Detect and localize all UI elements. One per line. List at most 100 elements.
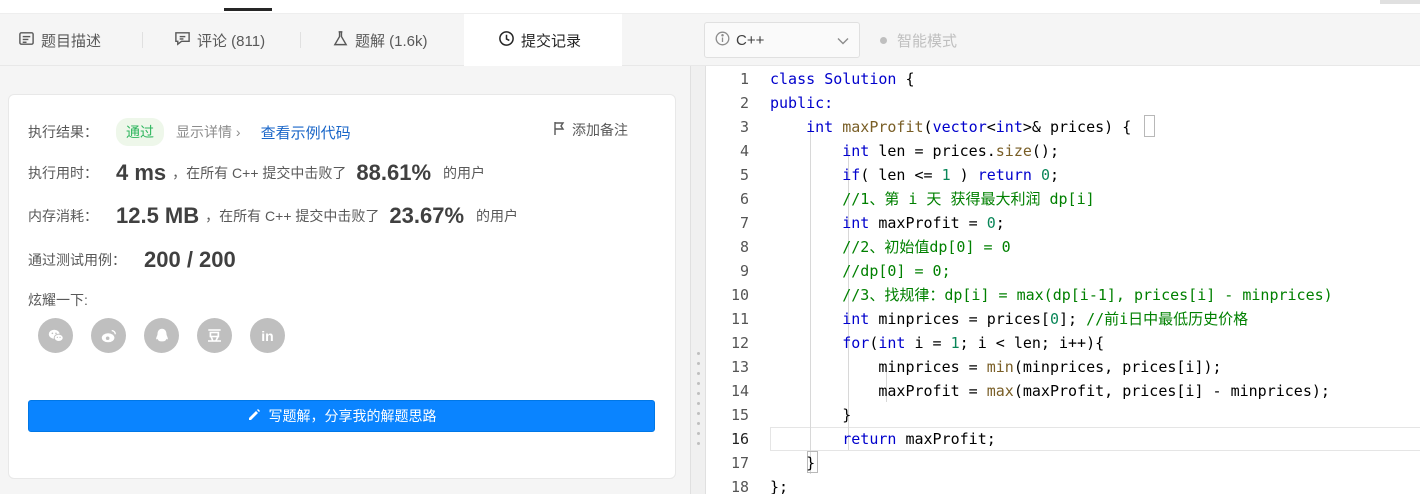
line-number: 18 [730, 478, 749, 494]
code-line[interactable]: //dp[0] = 0; [770, 259, 951, 283]
description-icon [18, 30, 35, 51]
code-token: ( len <= [860, 166, 942, 184]
code-area[interactable]: class Solution {public: int maxProfit(ve… [770, 66, 1420, 494]
drag-indicator[interactable] [224, 8, 272, 11]
code-line[interactable]: public: [770, 91, 833, 115]
douban-icon[interactable]: 豆 [197, 318, 232, 353]
share-label: 炫耀一下: [28, 292, 88, 308]
line-number: 16 [730, 430, 749, 448]
write-solution-button[interactable]: 写题解，分享我的解题思路 [28, 400, 655, 432]
tab-label: 题解 (1.6k) [355, 32, 428, 50]
code-token: int [995, 118, 1023, 136]
tab-label: 提交记录 [521, 33, 582, 50]
code-token: min [986, 358, 1014, 376]
write-solution-label: 写题解，分享我的解题思路 [268, 408, 437, 424]
runtime-text: ，在所有 C++ 提交中击败了 [172, 165, 347, 181]
line-number: 5 [739, 166, 749, 184]
show-details-link[interactable]: 显示详情 › [176, 122, 241, 142]
code-token: //2、初始值dp[0] = 0 [842, 238, 1011, 256]
wechat-icon[interactable] [38, 318, 73, 353]
line-number: 8 [739, 238, 749, 256]
splitter-grip[interactable] [697, 352, 700, 478]
code-token: { [896, 70, 915, 88]
line-number: 11 [730, 310, 749, 328]
chevron-down-icon [837, 32, 849, 49]
top-right-handle [1380, 0, 1420, 4]
line-number: 4 [739, 142, 749, 160]
smart-mode-toggle[interactable]: 智能模式 [880, 22, 957, 58]
code-editor[interactable]: 1 2 3 4 5 6 7 8 9 10 11 12 13 14 15 16 17 18 class Soluti… [706, 66, 1420, 494]
status-badge: 通过 [116, 118, 164, 146]
code-line[interactable]: } [770, 451, 815, 475]
line-number: 15 [730, 406, 749, 424]
runtime-value: 4 ms [116, 160, 167, 185]
code-line[interactable]: //3、找规律：dp[i] = max(dp[i-1], prices[i] -… [770, 283, 1332, 307]
code-token: 0 [1040, 166, 1050, 184]
code-line[interactable]: int maxProfit = 0; [770, 211, 1005, 235]
code-line[interactable]: //1、第 i 天 获得最大利润 dp[i] [770, 187, 1094, 211]
code-line[interactable]: minprices = min(minprices, prices[i]); [770, 355, 1221, 379]
code-token: maxProfit [842, 118, 924, 136]
top-strip [0, 0, 1420, 14]
line-number: 10 [730, 286, 749, 304]
memory-label: 内存消耗： [28, 208, 98, 224]
code-line[interactable]: for(int i = 1; i < len; i++){ [770, 331, 1104, 355]
line-number: 6 [739, 190, 749, 208]
tests-label: 通过测试用例： [28, 252, 126, 268]
tab-solutions[interactable]: 题解 (1.6k) [332, 14, 428, 66]
runtime-percent: 88.61% [356, 160, 432, 185]
submission-page: 题目描述 评论 (811) 题解 (1.6k) 提交记录 执行结果： 通过 显示… [0, 0, 1420, 494]
tab-description[interactable]: 题目描述 [18, 14, 101, 66]
memory-suffix: 的用户 [476, 208, 519, 224]
pencil-icon [247, 408, 261, 425]
code-token: //dp[0] = 0; [842, 262, 951, 280]
tab-comments[interactable]: 评论 (811) [174, 14, 265, 66]
code-token: ; [1049, 166, 1059, 184]
code-line[interactable]: } [770, 403, 851, 427]
code-token: 0 [1049, 310, 1059, 328]
tests-row: 通过测试用例： 200 / 200 [28, 247, 236, 273]
code-line[interactable]: int len = prices.size(); [770, 139, 1059, 163]
code-token: int [806, 118, 834, 136]
code-line[interactable]: int minprices = prices[0]; //前i日中最低历史价格 [770, 307, 1248, 331]
add-note-button[interactable]: 添加备注 [552, 120, 628, 140]
tests-value: 200 / 200 [144, 247, 236, 272]
code-line[interactable]: }; [770, 475, 788, 494]
code-line[interactable]: int maxProfit(vector<int>& prices) { [770, 115, 1131, 139]
code-token: 1 [950, 334, 960, 352]
qq-icon[interactable] [144, 318, 179, 353]
code-line[interactable]: //2、初始值dp[0] = 0 [770, 235, 1011, 259]
code-line[interactable]: return maxProfit; [770, 427, 996, 451]
code-line[interactable]: class Solution { [770, 67, 915, 91]
clock-icon [498, 30, 515, 51]
code-line[interactable]: maxProfit = max(maxProfit, prices[i] - m… [770, 379, 1330, 403]
line-number: 3 [739, 118, 749, 136]
view-sample-code-link[interactable]: 查看示例代码 [261, 122, 351, 143]
code-token: size [995, 142, 1032, 160]
code-token: vector [932, 118, 987, 136]
smart-mode-label: 智能模式 [897, 32, 958, 50]
memory-value: 12.5 MB [116, 203, 200, 228]
result-label: 执行结果： [28, 124, 98, 140]
share-icons: 豆 in [38, 318, 285, 353]
line-number: 7 [739, 214, 749, 232]
linkedin-icon[interactable]: in [250, 318, 285, 353]
language-select[interactable]: C++ [704, 22, 860, 58]
panel-splitter[interactable] [690, 66, 706, 494]
weibo-icon[interactable] [91, 318, 126, 353]
tab-submissions[interactable]: 提交记录 [464, 14, 622, 67]
left-tab-bar: 题目描述 评论 (811) 题解 (1.6k) 提交记录 [0, 14, 690, 67]
code-token: maxProfit = [869, 214, 987, 232]
code-token: ; [995, 214, 1005, 232]
editor-toolbar: C++ 智能模式 [690, 14, 1420, 66]
memory-percent: 23.67% [389, 203, 465, 228]
code-line[interactable]: if( len <= 1 ) return 0; [770, 163, 1059, 187]
line-number-gutter: 1 2 3 4 5 6 7 8 9 10 11 12 13 14 15 16 17 18 [706, 66, 758, 494]
code-token: maxProfit = [770, 382, 987, 400]
code-token: //前i日中最低历史价格 [1086, 310, 1249, 328]
tab-label: 评论 (811) [197, 32, 266, 50]
